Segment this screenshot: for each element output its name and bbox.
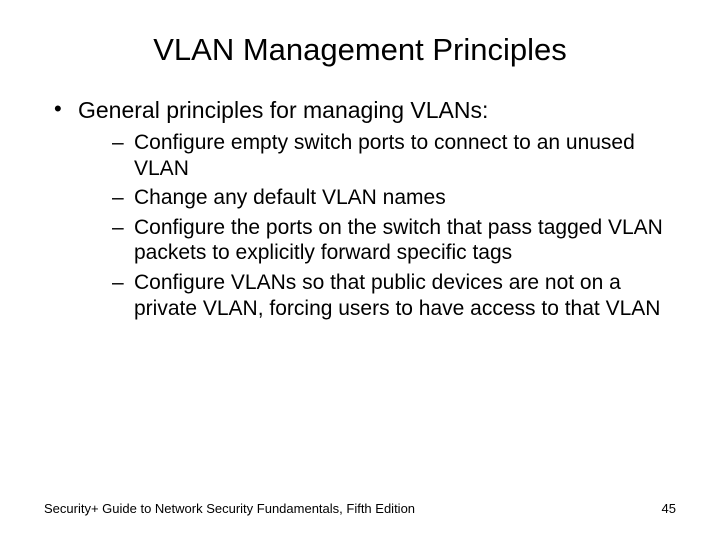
bullet-list: General principles for managing VLANs: C… bbox=[44, 96, 676, 321]
slide-number: 45 bbox=[662, 501, 676, 516]
sub-bullet-list: Configure empty switch ports to connect … bbox=[78, 130, 676, 321]
sub-bullet: Change any default VLAN names bbox=[78, 185, 676, 211]
slide: VLAN Management Principles General princ… bbox=[0, 0, 720, 540]
sub-bullet: Configure the ports on the switch that p… bbox=[78, 215, 676, 266]
footer-source: Security+ Guide to Network Security Fund… bbox=[44, 501, 415, 516]
slide-body: General principles for managing VLANs: C… bbox=[0, 68, 720, 321]
bullet-level1: General principles for managing VLANs: C… bbox=[44, 96, 676, 321]
bullet-text: General principles for managing VLANs: bbox=[78, 97, 488, 123]
sub-bullet: Configure empty switch ports to connect … bbox=[78, 130, 676, 181]
sub-bullet: Configure VLANs so that public devices a… bbox=[78, 270, 676, 321]
footer: Security+ Guide to Network Security Fund… bbox=[44, 501, 676, 516]
slide-title: VLAN Management Principles bbox=[0, 0, 720, 68]
